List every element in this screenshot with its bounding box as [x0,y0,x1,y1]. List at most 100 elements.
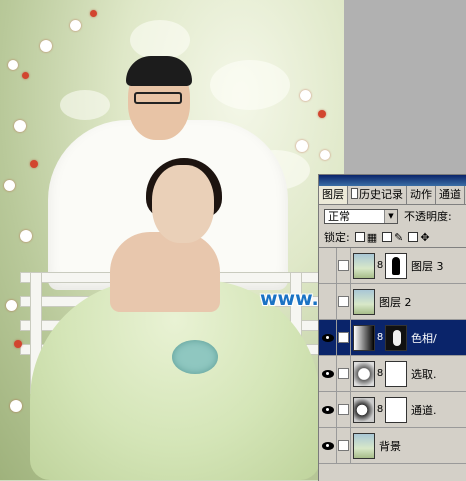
lock-position-checkbox[interactable] [408,232,419,242]
dress-flower-sash [172,340,218,374]
eye-icon [321,441,334,450]
visibility-toggle[interactable] [319,284,337,319]
blossom [22,72,29,79]
tab-label: 通道 [439,188,461,201]
layers-list: 8 图层 3 图层 2 8 色相/ 8 选取. 8 通道. 背景 [319,248,466,464]
transparency-grid-icon: ▦ [366,230,378,244]
blossom [20,230,32,242]
history-icon [351,188,358,199]
layer-row[interactable]: 8 通道. [319,392,466,428]
link-toggle[interactable] [337,392,351,427]
bride-face [152,165,214,243]
visibility-toggle[interactable] [319,320,337,355]
link-toggle[interactable] [337,248,351,283]
layer-row[interactable]: 8 图层 3 [319,248,466,284]
link-toggle[interactable] [337,320,351,355]
layer-thumbnail[interactable] [353,432,375,459]
blossom [14,340,22,348]
eye-icon [321,369,334,378]
tab-history[interactable]: 历史记录 [348,186,407,204]
layer-thumbnail[interactable] [353,396,375,423]
link-box-icon [338,260,349,271]
layer-mask-thumbnail[interactable] [385,360,407,387]
blossom [296,140,308,152]
blossom [30,160,38,168]
tab-layers[interactable]: 图层 [319,186,348,204]
layer-name[interactable]: 选取. [411,366,437,382]
tab-channels[interactable]: 通道 [436,186,465,204]
link-toggle[interactable] [337,428,351,463]
groom-glasses [134,92,182,104]
chain-icon: 8 [376,404,384,415]
background-bokeh [130,20,190,60]
link-box-icon [338,368,349,379]
layer-thumbnail[interactable] [353,252,375,279]
blossom [300,90,311,101]
layer-thumbnail[interactable] [353,288,375,315]
blossom [14,120,26,132]
layer-name[interactable]: 图层 3 [411,258,444,274]
workspace-background [344,0,466,175]
lock-transparent-checkbox[interactable] [354,232,365,242]
layer-name[interactable]: 图层 2 [379,294,412,310]
blossom [8,60,18,70]
visibility-toggle[interactable] [319,356,337,391]
layer-mask-thumbnail[interactable] [385,252,407,279]
blossom [320,150,330,160]
layer-row[interactable]: 8 选取. [319,356,466,392]
visibility-toggle[interactable] [319,428,337,463]
link-toggle[interactable] [337,284,351,319]
tab-actions[interactable]: 动作 [407,186,436,204]
adjustment-icon [338,332,349,343]
layer-name[interactable]: 色相/ [411,330,437,346]
link-box-icon [338,440,349,451]
layers-panel: 图层 历史记录 动作 通道 正常 ▼ 不透明度: 锁定: ▦ ✎ ✥ 8 图层 … [318,174,466,481]
tab-label: 历史记录 [359,188,403,201]
blend-row: 正常 ▼ 不透明度: [319,205,466,227]
tab-label: 图层 [322,188,344,201]
blossom [318,110,326,118]
blossom [10,400,22,412]
layer-thumbnail[interactable] [353,360,375,387]
layer-row-selected[interactable]: 8 色相/ [319,320,466,356]
chain-icon: 8 [376,260,384,271]
visibility-toggle[interactable] [319,248,337,283]
layer-row[interactable]: 图层 2 [319,284,466,320]
layer-row[interactable]: 背景 [319,428,466,464]
lock-label: 锁定: [324,231,350,244]
blossom [40,40,52,52]
move-icon: ✥ [420,230,430,244]
visibility-toggle[interactable] [319,392,337,427]
tab-label: 动作 [410,188,432,201]
layer-name[interactable]: 通道. [411,402,437,418]
panel-tabs: 图层 历史记录 动作 通道 [319,186,466,205]
blossom [90,10,97,17]
blossom [4,180,15,191]
groom-hair [126,56,192,86]
layer-thumbnail[interactable] [353,324,375,351]
photo-canvas: www.68ps.com [0,0,344,480]
blend-mode-select[interactable]: 正常 ▼ [324,208,398,224]
bride-shoulders [110,232,220,312]
chain-icon: 8 [376,332,384,343]
eye-icon [321,333,334,342]
background-bokeh [60,90,110,120]
brush-icon: ✎ [394,230,404,244]
blossom [6,300,17,311]
layer-mask-thumbnail[interactable] [385,324,407,351]
link-toggle[interactable] [337,356,351,391]
background-bokeh [210,60,290,110]
panel-titlebar[interactable] [319,175,466,186]
lock-row: 锁定: ▦ ✎ ✥ [319,227,466,248]
chevron-down-icon[interactable]: ▼ [384,209,397,223]
lock-pixels-checkbox[interactable] [382,232,393,242]
layer-name[interactable]: 背景 [379,438,401,454]
blend-mode-value: 正常 [328,209,350,223]
link-box-icon [338,296,349,307]
layer-mask-thumbnail[interactable] [385,396,407,423]
chain-icon: 8 [376,368,384,379]
opacity-label: 不透明度: [404,210,452,223]
blossom [70,20,81,31]
eye-icon [321,405,334,414]
link-box-icon [338,404,349,415]
